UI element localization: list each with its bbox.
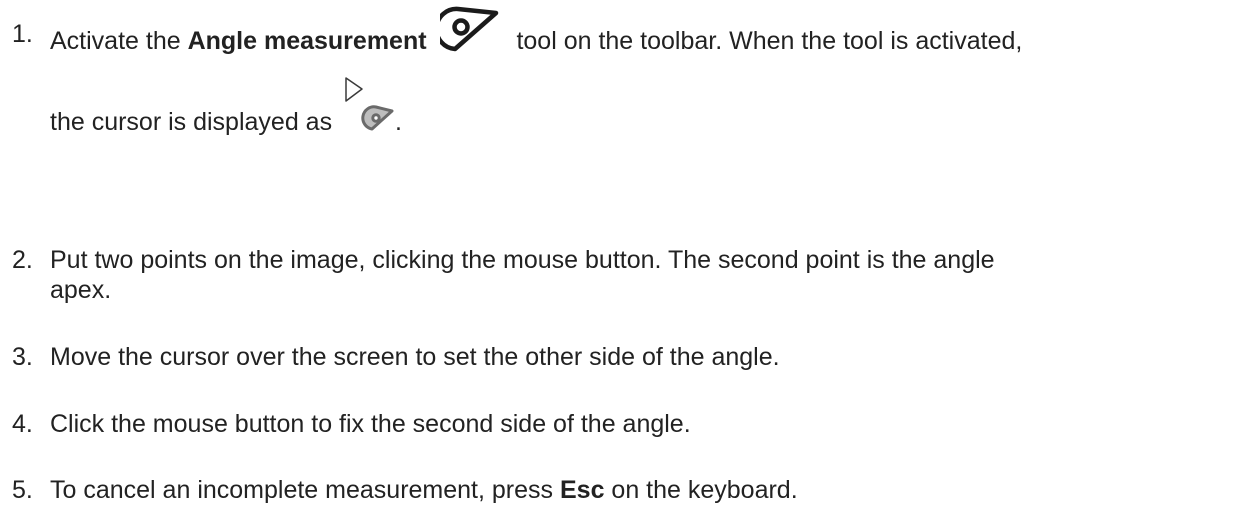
instructions-list: 1. Activate the Angle measurement tool o… [0, 0, 1258, 515]
list-item: 1. Activate the Angle measurement tool o… [0, 6, 1250, 149]
step-number: 3. [12, 343, 33, 371]
step-text-period: . [395, 108, 402, 137]
step-text: Click the mouse button to fix the second… [50, 410, 691, 438]
list-item: 2. Put two points on the image, clicking… [0, 245, 1250, 315]
step-text: Activate the Angle measurement tool on t… [50, 6, 1250, 141]
step-text: Put two points on the image, clicking th… [50, 246, 995, 304]
step-number: 5. [12, 476, 33, 504]
key-name: Esc [559, 476, 605, 504]
step-text-line2: the cursor is displayed as [50, 108, 333, 137]
list-item: 4. Click the mouse button to fix the sec… [0, 409, 1250, 439]
list-item: 5. To cancel an incomplete measurement, … [0, 475, 1250, 505]
step-text-suffix: tool on the toolbar. When the tool is ac… [516, 27, 1023, 56]
step-text: To cancel an incomplete measurement, pre… [50, 476, 798, 504]
tool-name: Angle measurement [187, 27, 427, 56]
step-number: 1. [12, 20, 33, 48]
protractor-icon [433, 5, 500, 66]
step-number: 4. [12, 410, 33, 438]
step-number: 2. [12, 246, 33, 274]
arrow-cursor-with-protractor-icon [343, 76, 395, 141]
step-text-prefix: Activate the [50, 27, 188, 56]
step-text: Move the cursor over the screen to set t… [50, 343, 780, 371]
list-item: 3. Move the cursor over the screen to se… [0, 342, 1250, 372]
